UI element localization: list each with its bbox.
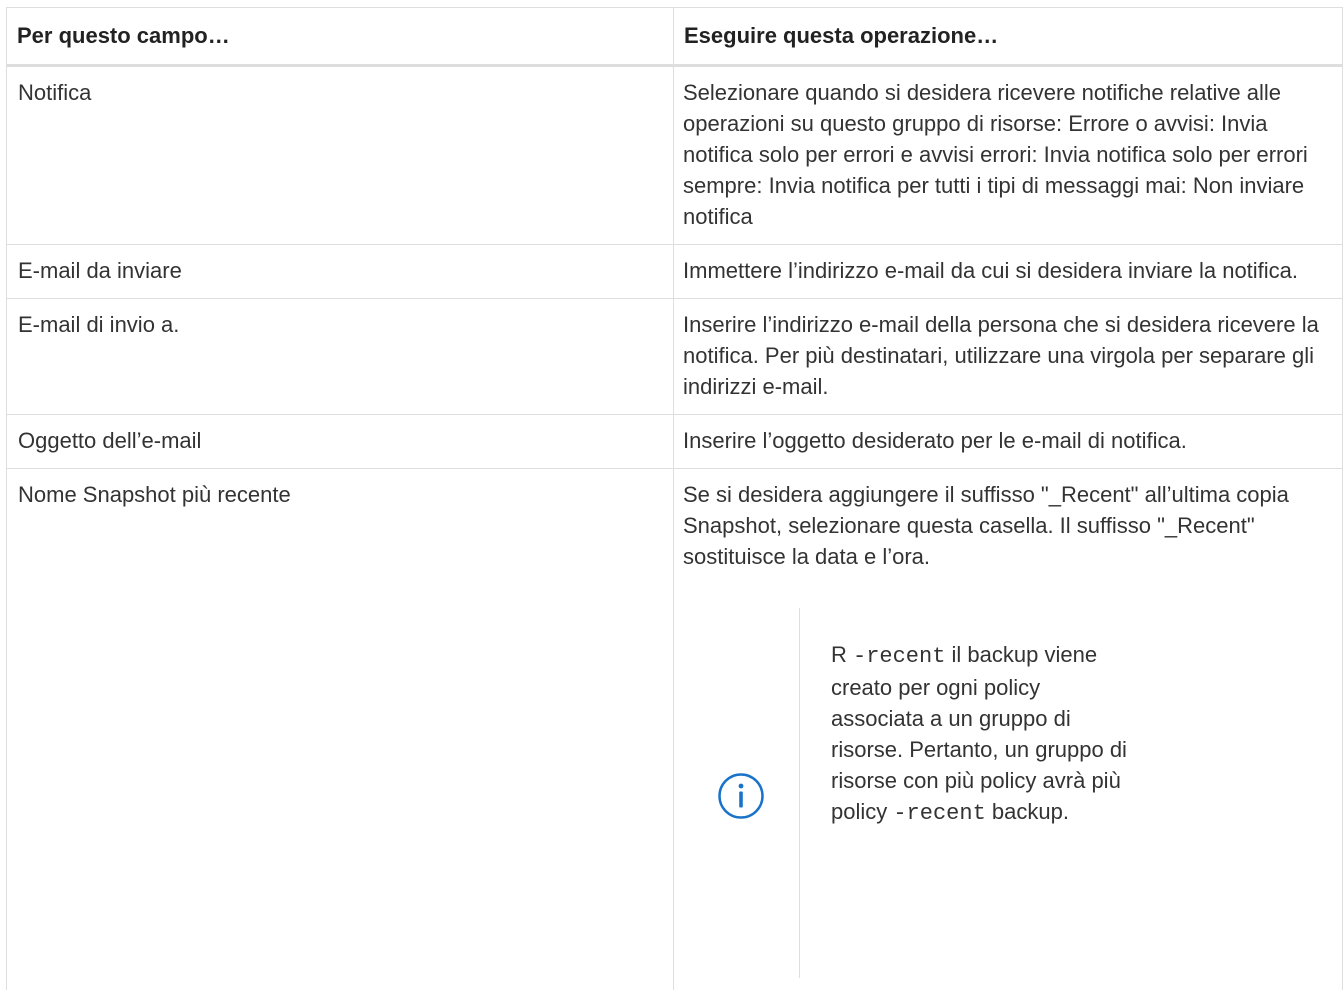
field-name: E-mail da inviare — [6, 244, 674, 299]
note-prefix: R — [831, 642, 853, 667]
note-code-recent-2: -recent — [893, 801, 986, 826]
admonition-icon-column — [683, 608, 799, 978]
field-description: Selezionare quando si desidera ricevere … — [673, 65, 1343, 245]
admonition-text: R -recent il backup viene creato per ogn… — [800, 608, 1131, 978]
column-header-field: Per questo campo… — [6, 7, 674, 67]
column-header-action: Eseguire questa operazione… — [673, 7, 1343, 67]
info-admonition: R -recent il backup viene creato per ogn… — [683, 608, 1338, 978]
note-middle: il backup viene creato per ogni policy a… — [831, 642, 1127, 824]
info-circle-icon — [718, 773, 764, 819]
field-description-cell: Se si desidera aggiungere il suffisso "_… — [673, 468, 1343, 990]
field-name: E-mail di invio a. — [6, 298, 674, 415]
field-name: Oggetto dell’e-mail — [6, 414, 674, 469]
field-description: Immettere l’indirizzo e-mail da cui si d… — [673, 244, 1343, 299]
table-row: E-mail di invio a. Inserire l’indirizzo … — [6, 298, 1343, 415]
table-row: Notifica Selezionare quando si desidera … — [6, 65, 1343, 245]
note-suffix: backup. — [985, 799, 1069, 824]
field-name: Notifica — [6, 65, 674, 245]
table-row: Nome Snapshot più recente Se si desidera… — [6, 468, 1343, 990]
settings-table: Per questo campo… Eseguire questa operaz… — [6, 7, 1343, 990]
field-description: Se si desidera aggiungere il suffisso "_… — [683, 482, 1289, 569]
field-description: Inserire l’oggetto desiderato per le e-m… — [673, 414, 1343, 469]
table-row: E-mail da inviare Immettere l’indirizzo … — [6, 244, 1343, 299]
table-row: Oggetto dell’e-mail Inserire l’oggetto d… — [6, 414, 1343, 469]
note-code-recent: -recent — [853, 644, 946, 669]
field-name: Nome Snapshot più recente — [6, 468, 674, 990]
table-header-row: Per questo campo… Eseguire questa operaz… — [6, 7, 1343, 67]
field-description: Inserire l’indirizzo e-mail della person… — [673, 298, 1343, 415]
